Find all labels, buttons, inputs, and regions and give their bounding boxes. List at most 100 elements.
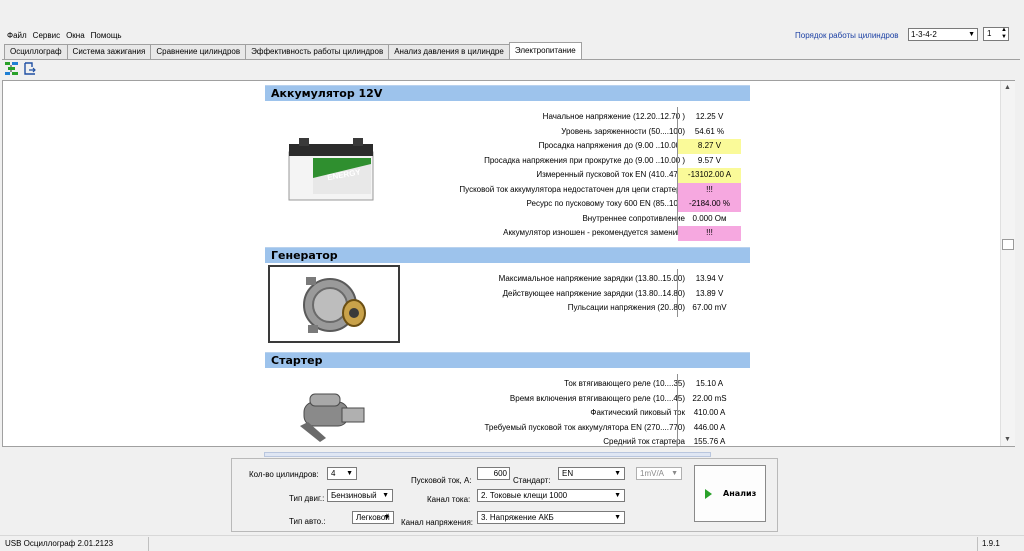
voltage-channel-select[interactable]: 3. Напряжение АКБ ▼	[477, 511, 625, 524]
starter-value: 446.00 A	[693, 422, 726, 432]
chevron-down-icon: ▼	[968, 31, 975, 38]
battery-section: Аккумулятор 12V ENERGY Начальное напряже…	[265, 85, 750, 241]
tab-oscilloscope[interactable]: Осциллограф	[4, 44, 68, 59]
tab-pressure-analysis[interactable]: Анализ давления в цилиндре	[388, 44, 510, 59]
menu-bar: Файл Сервис Окна Помощь Порядок работы ц…	[0, 0, 1024, 44]
current-channel-label: Канал тока:	[427, 495, 471, 504]
starter-param-label: Ток втягивающего реле (10....35)	[564, 379, 685, 388]
tab-cylinder-efficiency[interactable]: Эффективность работы цилиндров	[245, 44, 390, 59]
battery-param-label: Внутреннее сопротивление	[582, 213, 685, 223]
chevron-down-icon: ▼	[614, 492, 621, 499]
current-channel-select[interactable]: 2. Токовые клещи 1000 ▼	[477, 489, 625, 502]
cylinders-label: Кол-во цилиндров:	[249, 470, 319, 479]
starter-params: Ток втягивающего реле (10....35) Время в…	[484, 377, 685, 447]
battery-param-label: Просадка напряжения до (9.00 ..10.00 )	[538, 141, 685, 150]
starter-title: Стартер	[265, 352, 750, 368]
tab-strip: Осциллограф Система зажигания Сравнение …	[4, 42, 582, 59]
spin-arrows-icon[interactable]: ▲ ▼	[1001, 27, 1007, 41]
battery-value: 12.25 V	[695, 112, 724, 121]
generator-value: 13.89 V	[695, 288, 724, 298]
menu-help[interactable]: Помощь	[90, 31, 123, 40]
scroll-down-icon[interactable]: ▼	[1004, 436, 1011, 443]
cylinder-order-label: Порядок работы цилиндров	[795, 31, 899, 40]
cylinders-select[interactable]: 4 ▼	[327, 467, 357, 480]
menu-windows[interactable]: Окна	[65, 31, 86, 40]
battery-param-label: Уровень заряженности (50....100)	[561, 126, 685, 136]
menu-service[interactable]: Сервис	[32, 31, 61, 40]
starter-param-label: Требуемый пусковой ток аккумулятора EN (…	[484, 422, 685, 432]
tab-strip-border	[2, 59, 1020, 60]
status-app-version: USB Осциллограф 2.01.2123	[5, 539, 114, 548]
tab-cylinder-compare[interactable]: Сравнение цилиндров	[150, 44, 247, 59]
start-current-label: Пусковой ток, А:	[411, 476, 472, 485]
cylinder-order-select[interactable]: 1-3-4-2 ▼	[908, 28, 978, 41]
vertical-scrollbar[interactable]: ▲ ▼	[1000, 81, 1015, 446]
battery-value: 54.61 %	[694, 126, 725, 136]
starter-param-label: Средний ток стартера	[603, 437, 685, 446]
status-divider	[977, 537, 978, 551]
engine-type-select[interactable]: Бензиновый ▼	[327, 489, 393, 502]
tab-ignition[interactable]: Система зажигания	[66, 44, 152, 59]
car-type-select[interactable]: Легковой ▼	[352, 511, 394, 524]
generator-image	[268, 265, 400, 343]
cylinders-value: 4	[331, 469, 336, 478]
tab-power-supply[interactable]: Электропитание	[508, 42, 582, 59]
app-window: Файл Сервис Окна Помощь Порядок работы ц…	[0, 0, 1024, 551]
starter-image	[300, 393, 365, 442]
generator-section: Генератор Максимальное напряжение зарядк…	[265, 247, 750, 345]
starter-param-label: Время включения втягивающего реле (10...…	[509, 393, 685, 403]
starter-value: 15.10 A	[695, 379, 724, 388]
battery-param-label: Просадка напряжения при прокрутке до (9.…	[484, 155, 685, 165]
cylinder-order-value: 1-3-4-2	[911, 30, 937, 39]
voltage-channel-label: Канал напряжения:	[401, 518, 473, 527]
battery-param-label: Ресурс по пусковому току 600 EN (85..105…	[526, 199, 685, 208]
panel-splitter[interactable]	[264, 452, 711, 457]
battery-image: ENERGY	[288, 138, 374, 201]
standard-select[interactable]: EN ▼	[558, 467, 625, 480]
engine-type-value: Бензиновый	[331, 491, 377, 500]
generator-param-label: Пульсации напряжения (20..80)	[567, 303, 685, 312]
status-divider	[148, 537, 149, 551]
start-current-value: 600	[493, 469, 507, 478]
battery-value: 9.57 V	[697, 155, 722, 165]
battery-param-label: Измеренный пусковой ток EN (410..470)	[536, 170, 685, 179]
chevron-down-icon: ▼	[671, 470, 678, 477]
battery-value-alert: -2184.00 %	[678, 197, 741, 212]
analyze-label: Анализ	[723, 489, 757, 498]
toolbar	[4, 61, 38, 79]
battery-value-warning: -13102.00 A	[678, 168, 741, 183]
starter-param-label: Фактический пиковый ток	[590, 408, 685, 417]
generator-title: Генератор	[265, 247, 750, 263]
generator-value: 67.00 mV	[692, 303, 727, 312]
tree-icon[interactable]	[4, 61, 19, 76]
battery-param-label: Пусковой ток аккумулятора недостаточен д…	[459, 184, 685, 194]
starter-section: Стартер Ток втягивающего реле (10....35)…	[265, 352, 750, 447]
starter-values: 15.10 A 22.00 mS 410.00 A 446.00 A 155.7…	[677, 374, 741, 447]
battery-params: Начальное напряжение (12.20..12.70 ) Уро…	[459, 110, 685, 241]
starter-value: 22.00 mS	[692, 393, 727, 403]
generator-params: Максимальное напряжение зарядки (13.80..…	[499, 272, 685, 316]
battery-value: 0.000 Ом	[692, 213, 727, 223]
menu-file[interactable]: Файл	[6, 31, 28, 40]
scroll-thumb[interactable]	[1002, 239, 1014, 250]
standard-label: Стандарт:	[513, 476, 551, 485]
chevron-down-icon: ▼	[614, 470, 621, 477]
cylinder-number-spinner[interactable]: 1 ▲ ▼	[983, 27, 1009, 41]
battery-title: Аккумулятор 12V	[265, 85, 750, 101]
car-type-label: Тип авто.:	[289, 517, 326, 526]
current-channel-value: 2. Токовые клещи 1000	[481, 491, 568, 500]
analyze-button[interactable]: Анализ	[694, 465, 766, 522]
scale-select[interactable]: 1mV/A ▼	[636, 467, 682, 480]
export-icon[interactable]	[23, 61, 38, 76]
status-bar: USB Осциллограф 2.01.2123 1.9.1	[0, 535, 1024, 551]
battery-param-label: Аккумулятор изношен - рекомендуется заме…	[503, 228, 685, 237]
battery-param-label: Начальное напряжение (12.20..12.70 )	[542, 112, 685, 121]
battery-value-alert: !!!	[678, 182, 741, 197]
scroll-up-icon[interactable]: ▲	[1004, 84, 1011, 91]
start-current-input[interactable]: 600	[477, 467, 510, 480]
battery-values: 12.25 V 54.61 % 8.27 V 9.57 V -13102.00 …	[677, 107, 741, 241]
starter-value: 155.76 A	[693, 437, 726, 446]
play-icon	[705, 489, 712, 499]
scale-value: 1mV/A	[640, 469, 665, 478]
menu-items: Файл Сервис Окна Помощь	[6, 31, 123, 40]
